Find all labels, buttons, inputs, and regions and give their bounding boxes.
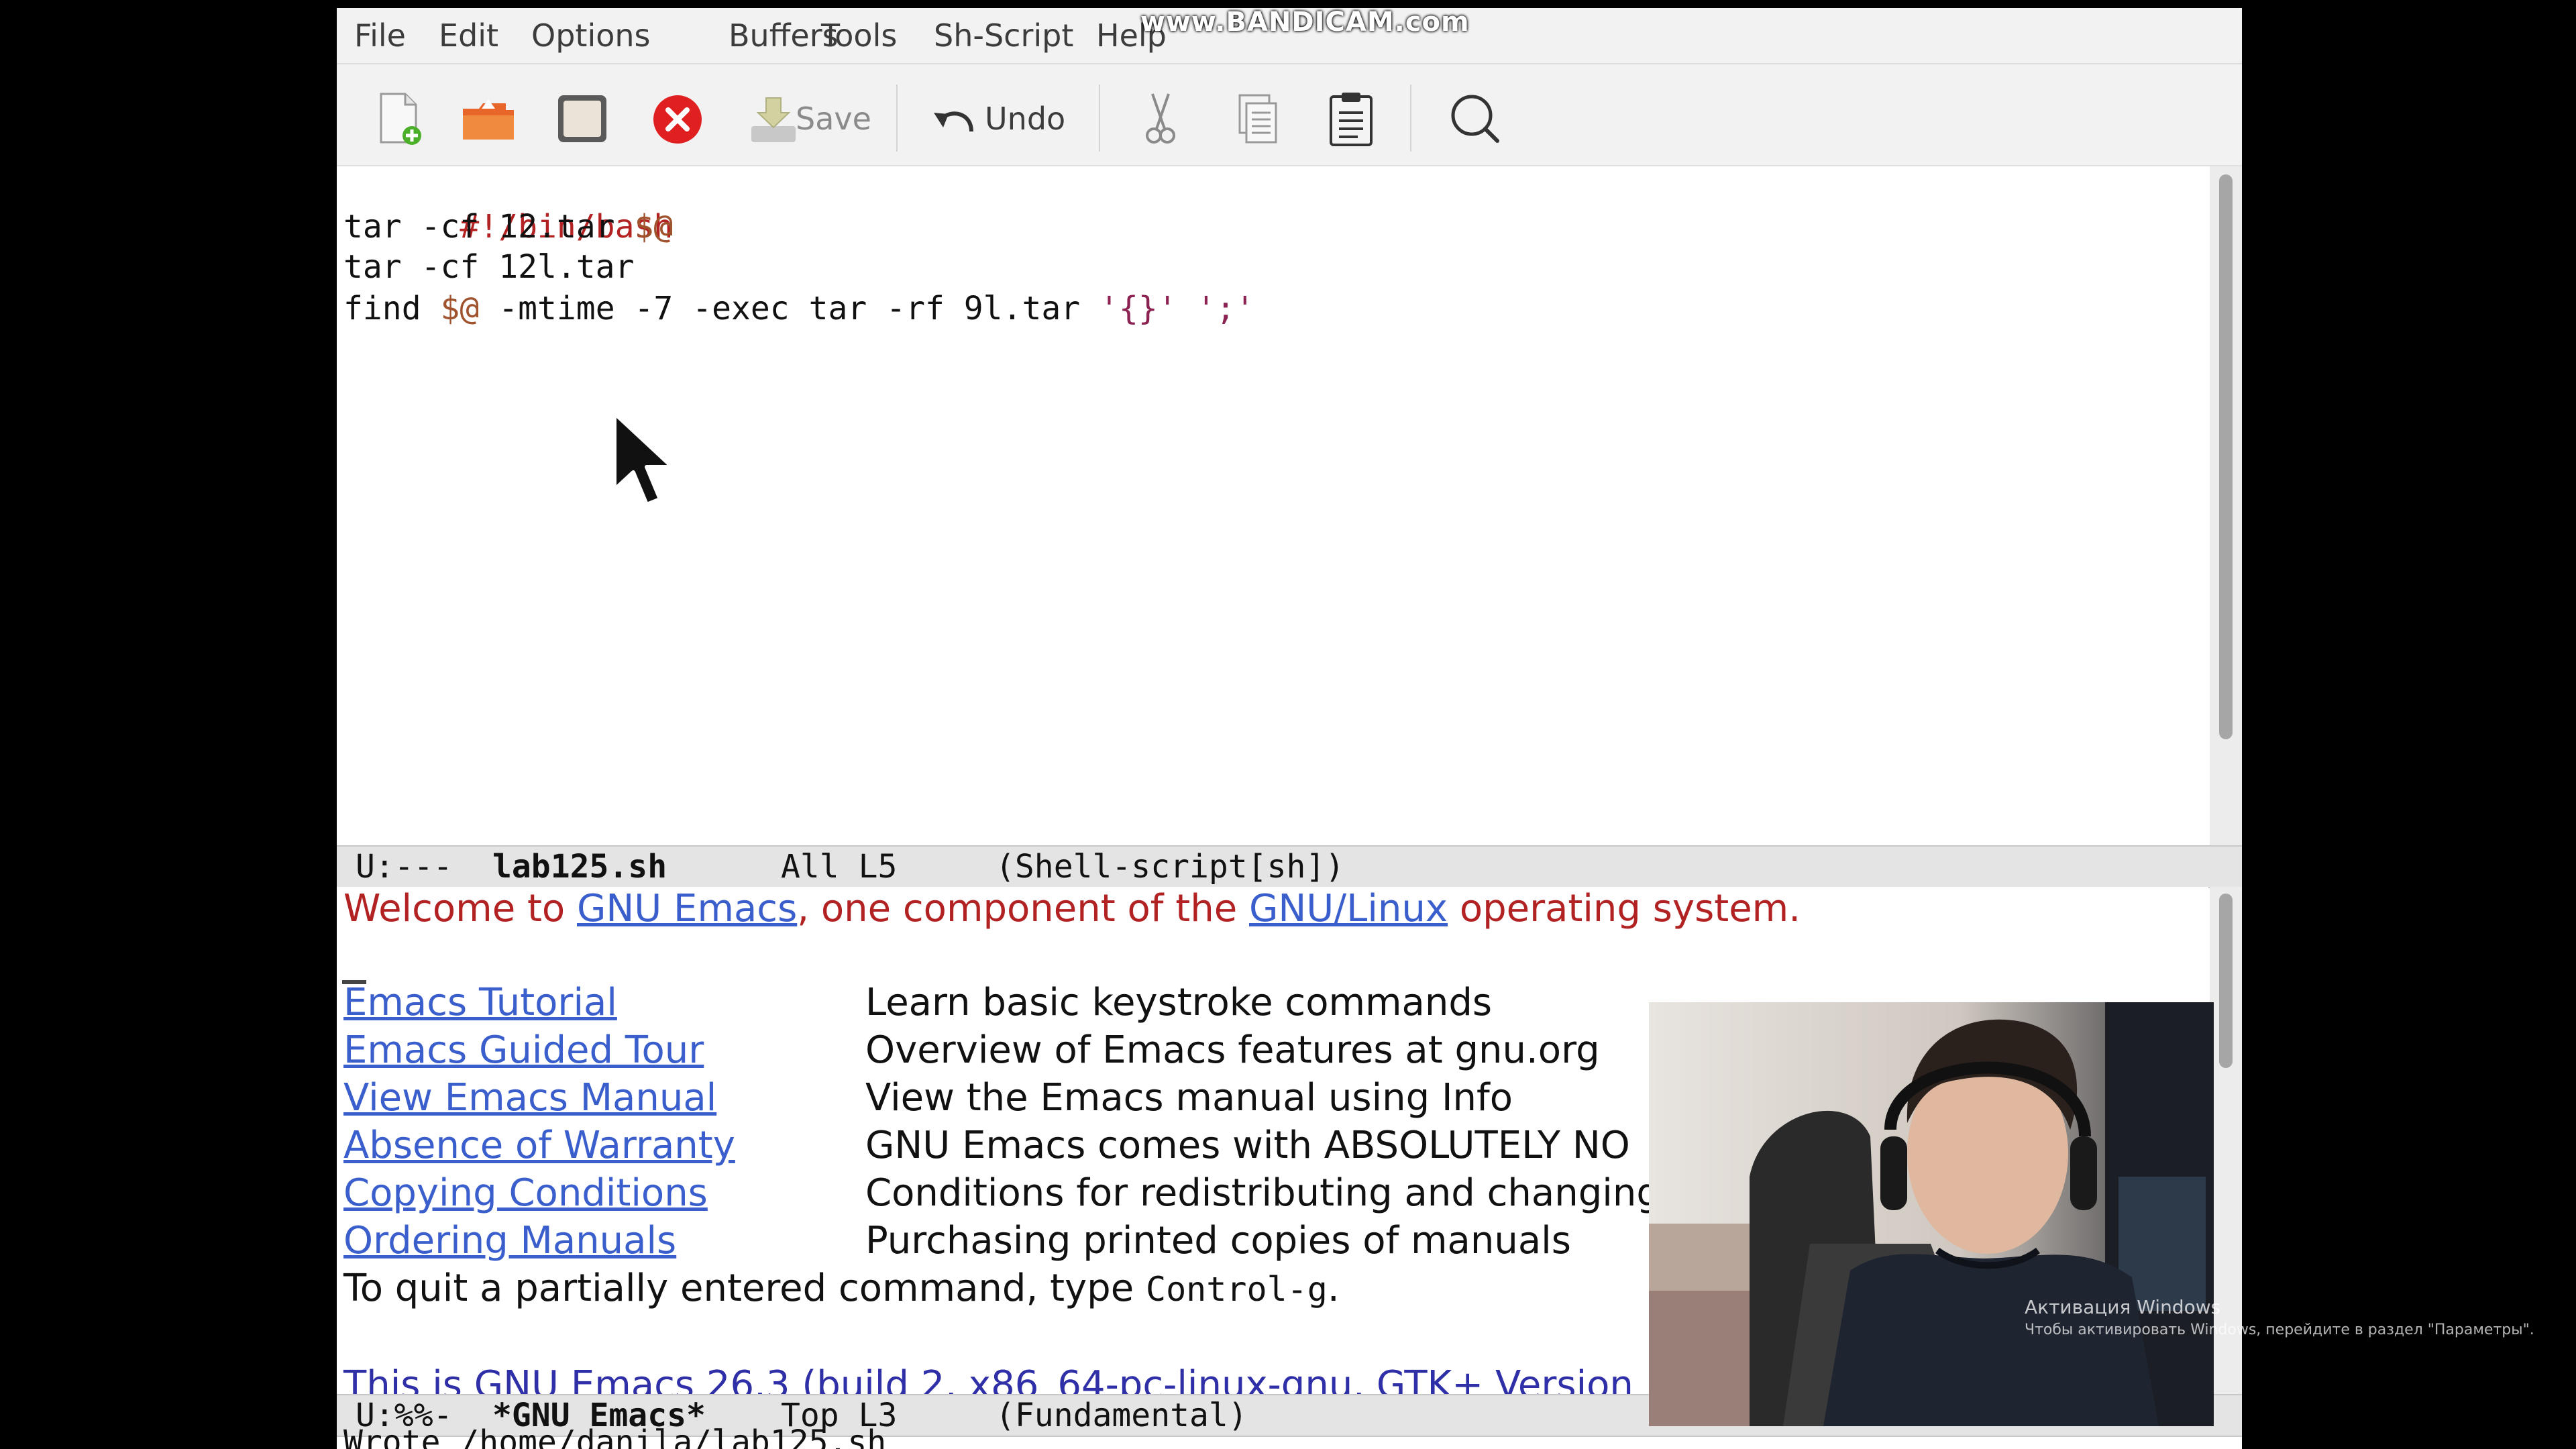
warranty-link[interactable]: Absence of Warranty	[343, 1124, 735, 1167]
modeline-mode[interactable]: (Shell-script[sh])	[996, 848, 1344, 885]
mouse-pointer-icon	[612, 411, 674, 506]
code-text: tar -cf 12.tar	[343, 208, 635, 246]
toolbar: Save Undo	[337, 64, 2242, 166]
new-file-icon[interactable]	[365, 89, 429, 149]
ordering-manuals-link[interactable]: Ordering Manuals	[343, 1219, 676, 1263]
modeline-mode[interactable]: (Fundamental)	[996, 1397, 1248, 1434]
copying-desc: Conditions for redistributing and changi…	[865, 1171, 1660, 1215]
welcome-text: , one component of the	[797, 887, 1249, 930]
code-variable: $@	[634, 208, 674, 246]
welcome-text: Welcome to	[343, 887, 577, 930]
quit-hint-text: To quit a partially entered command, typ…	[343, 1267, 1146, 1310]
code-text: find	[343, 290, 441, 327]
webcam-overlay	[1649, 1002, 2214, 1426]
gnu-linux-link[interactable]: GNU/Linux	[1249, 887, 1448, 930]
toolbar-separator	[1410, 85, 1411, 152]
toolbar-separator	[896, 85, 898, 152]
code-text: tar -cf 12l.tar	[343, 248, 635, 286]
open-folder-icon[interactable]	[456, 89, 521, 149]
copy-icon[interactable]	[1225, 89, 1289, 149]
code-line-4: find $@ -mtime -7 -exec tar -rf 9l.tar '…	[343, 288, 1254, 329]
search-icon[interactable]	[1442, 89, 1507, 149]
webcam-person-image	[1649, 1002, 2214, 1426]
ordering-manuals-desc: Purchasing printed copies of manuals	[865, 1219, 1571, 1263]
echo-area: Wrote /home/danila/lab125.sh	[343, 1424, 887, 1449]
code-string: '{}'	[1099, 290, 1177, 327]
recorder-watermark: www.BANDICAM.com	[1140, 7, 1470, 38]
menu-tools[interactable]: Tools	[821, 17, 897, 54]
activation-title: Активация Windows	[2025, 1296, 2221, 1318]
quit-hint-key: Control-g	[1145, 1270, 1328, 1309]
menu-sh-script[interactable]: Sh-Script	[934, 17, 1073, 54]
paste-icon[interactable]	[1319, 89, 1383, 149]
menu-options[interactable]: Options	[531, 17, 651, 54]
code-string: ';'	[1196, 290, 1255, 327]
gnu-emacs-link[interactable]: GNU Emacs	[577, 887, 797, 930]
quit-hint-text: .	[1327, 1267, 1340, 1310]
code-text: -mtime -7 -exec tar -rf 9l.tar	[479, 290, 1100, 327]
emacs-manual-link[interactable]: View Emacs Manual	[343, 1076, 716, 1120]
undo-icon[interactable]	[927, 89, 981, 149]
guided-tour-desc: Overview of Emacs features at gnu.org	[865, 1028, 1600, 1072]
undo-button[interactable]: Undo	[985, 101, 1065, 137]
bottom-scroll-thumb[interactable]	[2219, 894, 2233, 1068]
cut-icon[interactable]	[1128, 89, 1193, 149]
welcome-line: Welcome to GNU Emacs, one component of t…	[343, 887, 1801, 930]
quit-hint: To quit a partially entered command, typ…	[343, 1267, 1340, 1310]
save-button[interactable]: Save	[796, 101, 871, 137]
code-line-1: #!/bin/bash	[343, 166, 673, 246]
warranty-desc: GNU Emacs comes with ABSOLUTELY NO	[865, 1124, 1630, 1167]
top-scrollbar[interactable]	[2210, 166, 2242, 845]
emacs-tutorial-desc: Learn basic keystroke commands	[865, 981, 1493, 1024]
code-line-2: tar -cf 12.tar $@	[343, 207, 673, 247]
modeline-top: U:--- lab125.sh All L5 (Shell-script[sh]…	[337, 845, 2242, 888]
copying-link[interactable]: Copying Conditions	[343, 1171, 708, 1215]
menu-edit[interactable]: Edit	[439, 17, 498, 54]
welcome-text: operating system.	[1448, 887, 1801, 930]
toolbar-separator	[1099, 85, 1100, 152]
dired-icon[interactable]	[550, 89, 614, 149]
emacs-tutorial-link[interactable]: Emacs Tutorial	[343, 981, 617, 1024]
modeline-buffer-name[interactable]: lab125.sh	[492, 848, 667, 885]
modeline-status: U:---	[356, 848, 453, 885]
top-scroll-thumb[interactable]	[2219, 174, 2233, 739]
menu-file[interactable]: File	[354, 17, 406, 54]
guided-tour-link[interactable]: Emacs Guided Tour	[343, 1028, 704, 1072]
close-buffer-icon[interactable]	[645, 89, 710, 149]
activation-subtitle: Чтобы активировать Windows, перейдите в …	[2025, 1322, 2534, 1338]
modeline-position: All L5	[781, 848, 898, 885]
emacs-manual-desc: View the Emacs manual using Info	[865, 1076, 1513, 1120]
code-variable: $@	[440, 290, 480, 327]
code-line-3: tar -cf 12l.tar	[343, 247, 634, 287]
